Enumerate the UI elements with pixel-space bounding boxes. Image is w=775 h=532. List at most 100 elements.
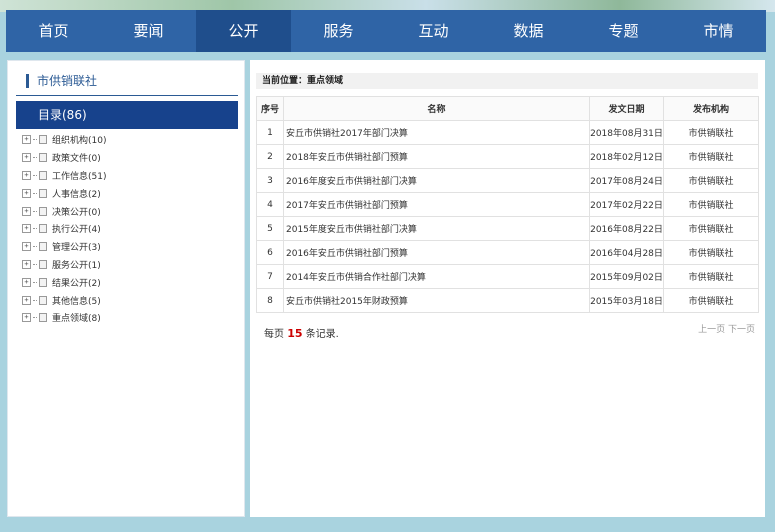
tree-item-label[interactable]: 服务公开(1)	[52, 258, 101, 271]
row-doc-link[interactable]: 安丘市供销社2017年部门决算	[283, 120, 590, 145]
tree-item-label[interactable]: 管理公开(3)	[52, 240, 101, 253]
tree-item[interactable]: + 结果公开(2)	[22, 273, 106, 291]
row-doc-link[interactable]: 2017年安丘市供销社部门预算	[283, 192, 590, 217]
tree-item-label[interactable]: 结果公开(2)	[52, 276, 101, 289]
nav-item-5[interactable]: 数据	[481, 10, 576, 52]
row-org: 市供销联社	[663, 192, 759, 217]
tree-item[interactable]: + 组织机构(10)	[22, 131, 106, 149]
row-doc-link[interactable]: 2018年安丘市供销社部门预算	[283, 144, 590, 169]
document-icon	[39, 259, 47, 269]
row-number: 6	[256, 240, 284, 265]
nav-item-3[interactable]: 服务	[291, 10, 386, 52]
tree-item[interactable]: + 其他信息(5)	[22, 291, 106, 309]
document-icon	[39, 242, 47, 252]
table-body: 1 安丘市供销社2017年部门决算 2018年08月31日 市供销联社 2 2018年安丘…	[256, 120, 759, 313]
tree-connector	[33, 263, 37, 265]
sidebar-panel: 市供销联社 目录(86) + 组织机构(10) + 政策文件(0) + 工作信息(51) +…	[7, 60, 245, 517]
row-number: 7	[256, 264, 284, 289]
breadcrumb: 当前位置：重点领域	[256, 73, 758, 89]
tree-connector	[33, 174, 37, 176]
col-header-name: 名称	[283, 96, 590, 121]
expand-plus-icon[interactable]: +	[22, 224, 31, 234]
document-icon	[39, 135, 47, 145]
row-date: 2017年08月24日	[589, 168, 664, 193]
row-doc-link[interactable]: 2016年安丘市供销社部门预算	[283, 240, 590, 265]
tree-connector	[33, 246, 37, 248]
table-row: 1 安丘市供销社2017年部门决算 2018年08月31日 市供销联社	[256, 120, 759, 145]
row-org: 市供销联社	[663, 288, 759, 313]
tree-item[interactable]: + 政策文件(0)	[22, 149, 106, 167]
document-icon	[39, 188, 47, 198]
row-number: 2	[256, 144, 284, 169]
tree-connector	[33, 192, 37, 194]
row-date: 2015年09月02日	[589, 264, 664, 289]
tree-item-label[interactable]: 重点领域(8)	[52, 311, 101, 324]
tree-item-label[interactable]: 决策公开(0)	[52, 205, 101, 218]
document-icon	[39, 153, 47, 163]
table-row: 6 2016年安丘市供销社部门预算 2016年04月28日 市供销联社	[256, 240, 759, 265]
tree-item-label[interactable]: 人事信息(2)	[52, 187, 101, 200]
row-org: 市供销联社	[663, 144, 759, 169]
tree-item[interactable]: + 管理公开(3)	[22, 238, 106, 256]
tree-item[interactable]: + 服务公开(1)	[22, 256, 106, 274]
tree-item-label[interactable]: 工作信息(51)	[52, 169, 106, 182]
row-doc-link[interactable]: 2016年度安丘市供销社部门决算	[283, 168, 590, 193]
expand-plus-icon[interactable]: +	[22, 135, 31, 145]
expand-plus-icon[interactable]: +	[22, 170, 31, 180]
tree-item[interactable]: + 执行公开(4)	[22, 220, 106, 238]
expand-plus-icon[interactable]: +	[22, 277, 31, 287]
nav-item-2[interactable]: 公开	[196, 10, 291, 52]
nav-item-4[interactable]: 互动	[386, 10, 481, 52]
catalog-header[interactable]: 目录(86)	[16, 101, 238, 129]
tree-item-label[interactable]: 政策文件(0)	[52, 151, 101, 164]
document-icon	[39, 224, 47, 234]
document-icon	[39, 295, 47, 305]
row-date: 2018年08月31日	[589, 120, 664, 145]
expand-plus-icon[interactable]: +	[22, 259, 31, 269]
expand-plus-icon[interactable]: +	[22, 188, 31, 198]
tree-item-label[interactable]: 执行公开(4)	[52, 222, 101, 235]
tree-item-label[interactable]: 其他信息(5)	[52, 294, 101, 307]
row-number: 1	[256, 120, 284, 145]
next-page-link[interactable]: 下一页	[728, 325, 755, 335]
tree-item[interactable]: + 重点领域(8)	[22, 309, 106, 327]
expand-plus-icon[interactable]: +	[22, 153, 31, 163]
expand-plus-icon[interactable]: +	[22, 313, 31, 323]
table-row: 2 2018年安丘市供销社部门预算 2018年02月12日 市供销联社	[256, 144, 759, 169]
tree-connector	[33, 299, 37, 301]
nav-item-6[interactable]: 专题	[576, 10, 671, 52]
tree-connector	[33, 228, 37, 230]
nav-item-0[interactable]: 首页	[6, 10, 101, 52]
nav-item-1[interactable]: 要闻	[101, 10, 196, 52]
table-row: 8 安丘市供销社2015年财政预算 2015年03月18日 市供销联社	[256, 288, 759, 313]
row-doc-link[interactable]: 安丘市供销社2015年财政预算	[283, 288, 590, 313]
per-page-info: 每页 15 条记录.	[264, 325, 339, 340]
row-date: 2018年02月12日	[589, 144, 664, 169]
document-table: 序号 名称 发文日期 发布机构 1 安丘市供销社2017年部门决算 2018年08月…	[256, 96, 759, 313]
tree-item[interactable]: + 工作信息(51)	[22, 167, 106, 185]
document-icon	[39, 206, 47, 216]
table-row: 7 2014年安丘市供销合作社部门决算 2015年09月02日 市供销联社	[256, 264, 759, 289]
row-number: 5	[256, 216, 284, 241]
sidebar-divider	[16, 95, 238, 96]
document-icon	[39, 313, 47, 323]
table-row: 3 2016年度安丘市供销社部门决算 2017年08月24日 市供销联社	[256, 168, 759, 193]
row-doc-link[interactable]: 2014年安丘市供销合作社部门决算	[283, 264, 590, 289]
tree-connector	[33, 210, 37, 212]
expand-plus-icon[interactable]: +	[22, 242, 31, 252]
tree-item-label[interactable]: 组织机构(10)	[52, 133, 106, 146]
tree-item[interactable]: + 决策公开(0)	[22, 202, 106, 220]
row-date: 2016年08月22日	[589, 216, 664, 241]
prev-page-link[interactable]: 上一页	[698, 325, 725, 335]
document-icon	[39, 170, 47, 180]
table-header-row: 序号 名称 发文日期 发布机构	[256, 96, 759, 121]
row-doc-link[interactable]: 2015年度安丘市供销社部门决算	[283, 216, 590, 241]
expand-plus-icon[interactable]: +	[22, 295, 31, 305]
row-number: 4	[256, 192, 284, 217]
tree-item[interactable]: + 人事信息(2)	[22, 184, 106, 202]
row-date: 2016年04月28日	[589, 240, 664, 265]
nav-item-7[interactable]: 市情	[671, 10, 766, 52]
expand-plus-icon[interactable]: +	[22, 206, 31, 216]
row-org: 市供销联社	[663, 264, 759, 289]
document-icon	[39, 277, 47, 287]
